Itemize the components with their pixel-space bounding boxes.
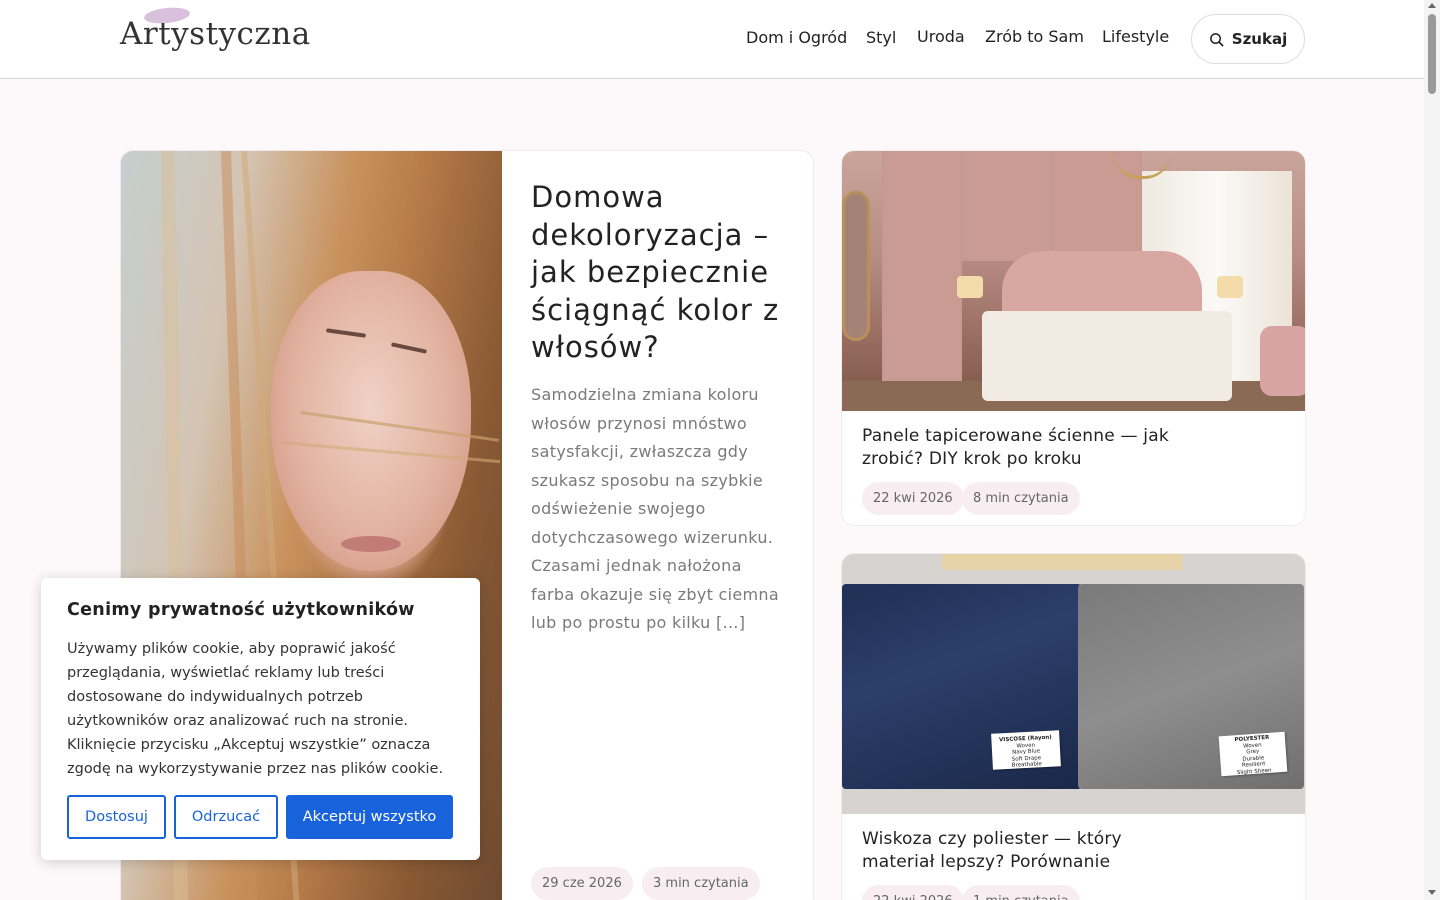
bed — [982, 311, 1232, 401]
article-card[interactable]: VISCOSE (Rayon) Woven Navy Blue Soft Dra… — [842, 554, 1305, 900]
scrollbar-thumb[interactable] — [1428, 14, 1436, 94]
search-button-label: Szukaj — [1231, 30, 1288, 48]
nav-item-styl[interactable]: Styl — [866, 28, 896, 47]
article-card[interactable]: Panele tapicerowane ścienne — jak zrobić… — [842, 151, 1305, 525]
scroll-up-arrow-icon[interactable] — [1428, 3, 1436, 8]
nav-item-uroda[interactable]: Uroda — [917, 27, 965, 46]
fabric-tag-viscose: VISCOSE (Rayon) Woven Navy Blue Soft Dra… — [991, 730, 1061, 770]
nav-item-dom-i-ogrod[interactable]: Dom i Ogród — [746, 28, 847, 47]
fabric-tag-polyester: POLYESTER Woven Grey Durable Resilient S… — [1218, 731, 1288, 777]
scroll-down-arrow-icon[interactable] — [1428, 890, 1436, 895]
search-button[interactable]: Szukaj — [1191, 14, 1305, 64]
site-header: Artystyczna Dom i Ogród Styl Uroda Zrób … — [0, 0, 1424, 79]
article-card-title[interactable]: Panele tapicerowane ścienne — jak zrobić… — [862, 425, 1192, 470]
article-card-read-time: 1 min czytania — [962, 885, 1080, 900]
search-icon — [1209, 32, 1224, 47]
cookie-accept-all-button[interactable]: Akceptuj wszystko — [286, 795, 453, 839]
site-logo[interactable]: Artystyczna — [120, 16, 311, 52]
article-card-date: 22 kwi 2026 — [862, 885, 964, 900]
ruler — [942, 554, 1182, 570]
cookie-banner-text: Używamy plików cookie, aby poprawić jako… — [67, 641, 444, 777]
featured-article-read-time: 3 min czytania — [642, 867, 760, 900]
armchair — [1260, 326, 1305, 396]
cookie-consent-banner: Cenimy prywatność użytkowników Używamy p… — [41, 578, 480, 860]
wall-panel — [882, 151, 962, 381]
lamp — [957, 276, 983, 298]
featured-article-title[interactable]: Domowa dekoloryzacja – jak bezpiecznie ś… — [531, 179, 791, 367]
page-scrollbar[interactable] — [1424, 0, 1440, 900]
cookie-reject-button[interactable]: Odrzucać — [174, 795, 278, 839]
wall-panel — [962, 151, 1052, 261]
article-card-read-time: 8 min czytania — [962, 482, 1080, 515]
mirror — [842, 191, 870, 341]
featured-article-date: 29 cze 2026 — [531, 867, 633, 900]
article-card-date: 22 kwi 2026 — [862, 482, 964, 515]
article-card-title[interactable]: Wiskoza czy poliester — który materiał l… — [862, 828, 1192, 873]
nav-item-lifestyle[interactable]: Lifestyle — [1102, 27, 1169, 46]
article-card-image[interactable]: VISCOSE (Rayon) Woven Navy Blue Soft Dra… — [842, 554, 1305, 814]
featured-article-excerpt: Samodzielna zmiana koloru włosów przynos… — [531, 385, 779, 632]
lips-shape — [341, 536, 401, 552]
article-card-image[interactable] — [842, 151, 1305, 411]
lamp — [1217, 276, 1243, 298]
cookie-customize-button[interactable]: Dostosuj — [67, 795, 166, 839]
cookie-banner-title: Cenimy prywatność użytkowników — [67, 600, 415, 620]
nav-item-zrob-to-sam[interactable]: Zrób to Sam — [985, 27, 1084, 46]
